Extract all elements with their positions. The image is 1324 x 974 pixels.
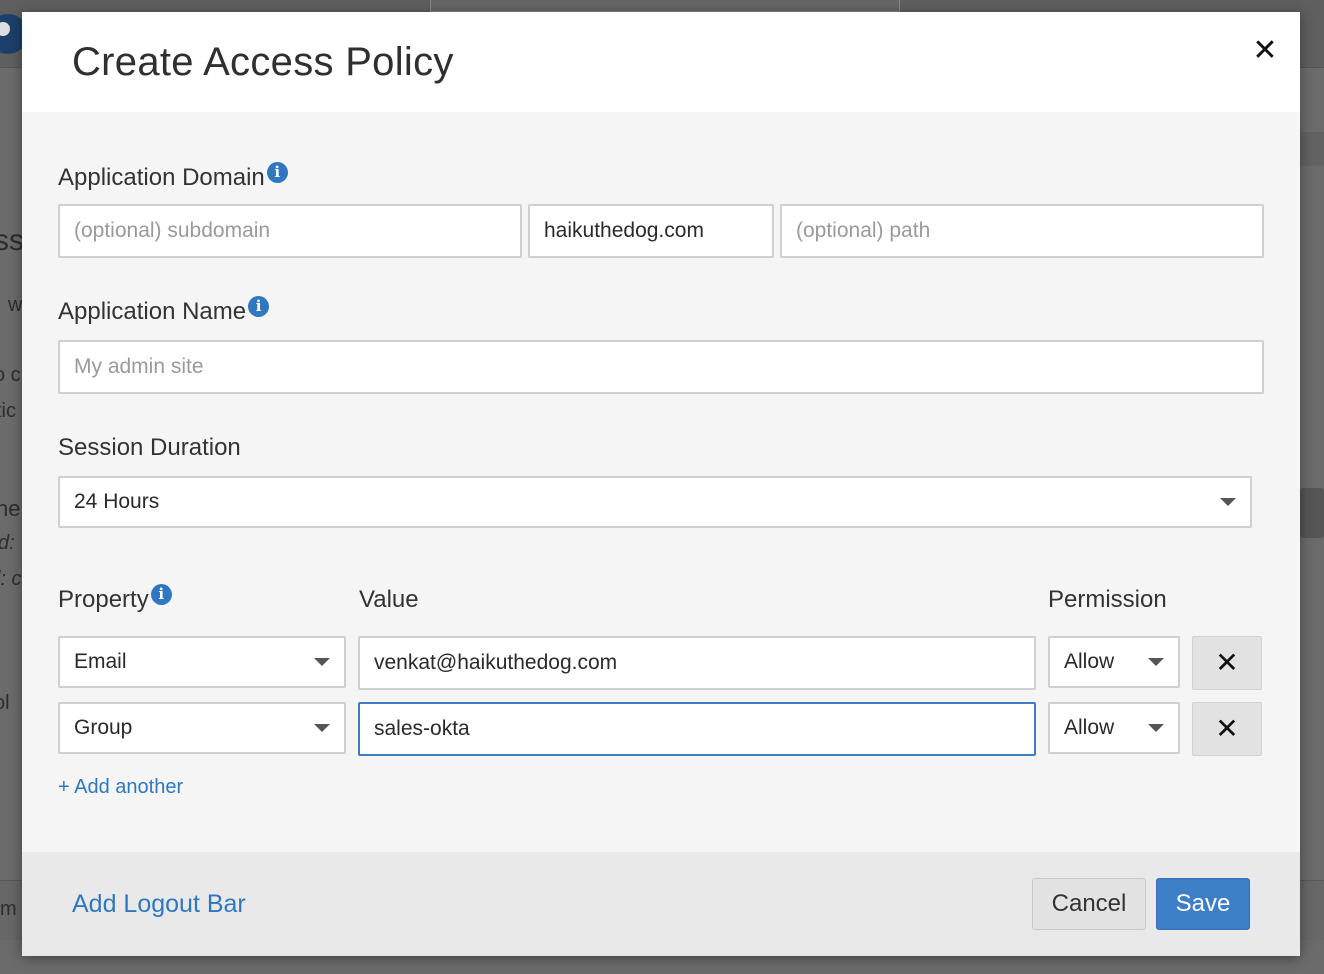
chevron-down-icon xyxy=(1148,724,1164,732)
background-button xyxy=(1300,488,1324,538)
dialog-title: Create Access Policy xyxy=(72,40,454,84)
session-duration-label: Session Duration xyxy=(58,434,241,461)
background-text: ol xyxy=(0,692,10,714)
chevron-down-icon xyxy=(314,658,330,666)
value-column-header: Value xyxy=(359,586,419,613)
dialog-header: Create Access Policy ✕ xyxy=(22,12,1300,112)
save-button[interactable]: Save xyxy=(1156,878,1250,930)
add-logout-bar-link[interactable]: Add Logout Bar xyxy=(72,890,246,919)
dialog-footer: Add Logout Bar Cancel Save xyxy=(22,852,1300,956)
property-header-text: Property xyxy=(58,586,149,613)
close-icon[interactable]: ✕ xyxy=(1250,36,1280,66)
property-select[interactable]: Email xyxy=(58,636,346,688)
session-duration-select[interactable]: 24 Hours xyxy=(58,476,1252,528)
permission-value: Allow xyxy=(1064,716,1115,739)
info-icon[interactable]: i xyxy=(248,296,270,317)
add-another-link[interactable]: + Add another xyxy=(58,776,183,799)
chevron-down-icon xyxy=(1148,658,1164,666)
background-text: he xyxy=(0,496,21,521)
permission-value: Allow xyxy=(1064,650,1115,673)
remove-rule-button[interactable]: ✕ xyxy=(1192,702,1262,756)
property-value: Email xyxy=(74,650,127,673)
rule-value-input[interactable]: sales-okta xyxy=(358,702,1036,756)
background-text: m xyxy=(0,898,17,920)
property-select[interactable]: Group xyxy=(58,702,346,754)
create-access-policy-dialog: Create Access Policy ✕ Application Domai… xyxy=(22,12,1300,956)
info-icon[interactable]: i xyxy=(150,584,172,605)
background-text: tic xyxy=(0,400,16,422)
permission-column-header: Permission xyxy=(1048,586,1167,613)
background-text: d: xyxy=(0,532,15,554)
permission-select[interactable]: Allow xyxy=(1048,636,1180,688)
background-band xyxy=(1300,132,1324,166)
cancel-button[interactable]: Cancel xyxy=(1032,878,1146,930)
application-name-label-text: Application Name xyxy=(58,298,247,325)
session-duration-value: 24 Hours xyxy=(74,490,160,513)
property-value: Group xyxy=(74,716,133,739)
property-column-header: Property i xyxy=(58,584,172,614)
application-domain-label: Application Domain i xyxy=(58,162,288,192)
background-box xyxy=(430,0,900,12)
close-icon: ✕ xyxy=(1215,713,1239,744)
permission-select[interactable]: Allow xyxy=(1048,702,1180,754)
application-domain-label-text: Application Domain xyxy=(58,164,265,191)
chevron-down-icon xyxy=(1220,498,1236,506)
background-text: ss xyxy=(0,224,24,257)
background-text: o c xyxy=(0,364,21,386)
info-icon[interactable]: i xyxy=(266,162,288,183)
application-name-input[interactable]: My admin site xyxy=(58,340,1264,394)
domain-input[interactable]: haikuthedog.com xyxy=(528,204,774,258)
background-text: l: c xyxy=(0,568,22,590)
remove-rule-button[interactable]: ✕ xyxy=(1192,636,1262,690)
background-text: w xyxy=(8,294,23,316)
chevron-down-icon xyxy=(314,724,330,732)
application-name-label: Application Name i xyxy=(58,296,270,326)
close-icon: ✕ xyxy=(1215,647,1239,678)
path-input[interactable]: (optional) path xyxy=(780,204,1264,258)
rule-value-input[interactable]: venkat@haikuthedog.com xyxy=(358,636,1036,690)
subdomain-input[interactable]: (optional) subdomain xyxy=(58,204,522,258)
